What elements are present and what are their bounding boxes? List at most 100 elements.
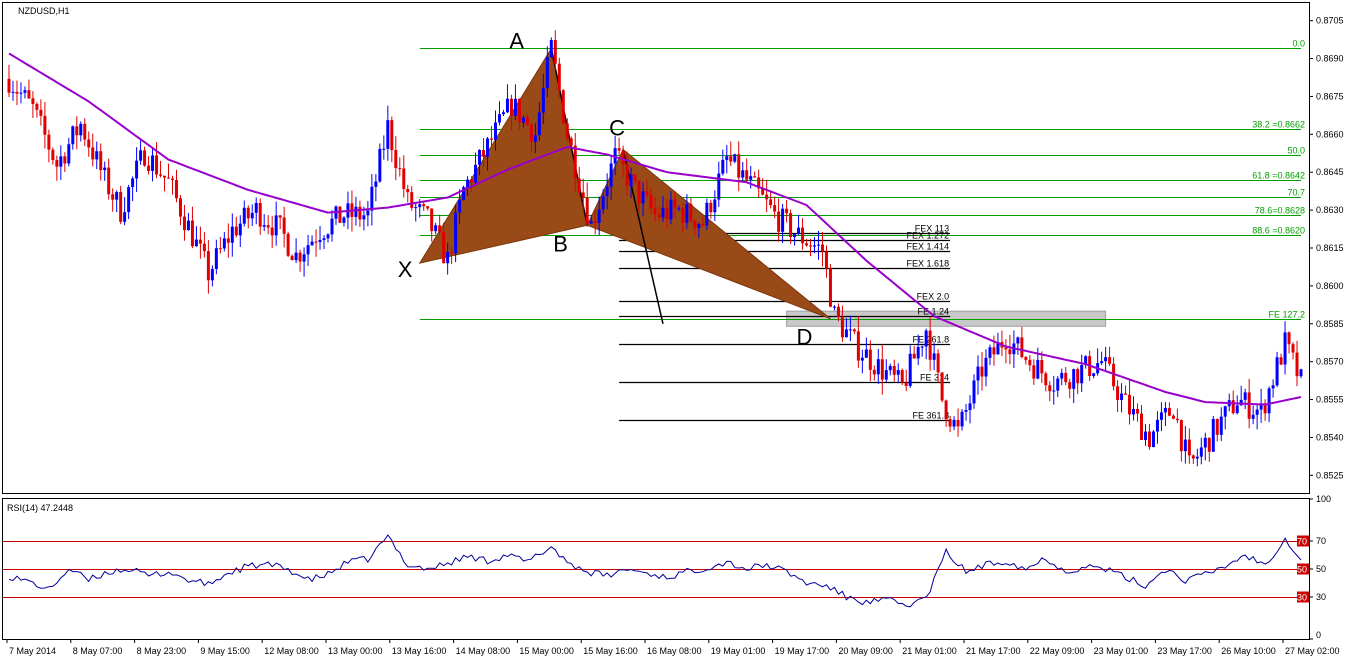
candle-body (876, 359, 880, 375)
candle-body (1020, 337, 1024, 358)
time-tick-label: 12 May 08:00 (264, 646, 319, 656)
candle-body (1167, 407, 1171, 416)
time-tick-label: 8 May 07:00 (73, 646, 123, 656)
candle-body (1128, 394, 1132, 415)
candle-body (1032, 365, 1036, 379)
time-tick-label: 8 May 23:00 (137, 646, 187, 656)
candle-body (880, 359, 884, 380)
candle-body (892, 366, 896, 375)
candle-body (123, 212, 127, 222)
candle-body (302, 254, 306, 262)
candle-body (1143, 431, 1147, 440)
candle-body (322, 238, 326, 240)
candle-body (988, 347, 992, 358)
candle-body (71, 126, 75, 145)
candle-body (1299, 369, 1303, 377)
candle-body (83, 123, 87, 140)
candle-body (729, 156, 733, 162)
candle-body (713, 199, 717, 213)
candle-body (450, 251, 454, 254)
fib-level-label: 78.6=0.8628 (1255, 206, 1305, 216)
candle-body (238, 223, 242, 236)
candle-body (557, 63, 561, 91)
candle-body (1068, 382, 1072, 389)
candle-body (366, 210, 370, 216)
candle-body (717, 173, 721, 200)
candle-body (1247, 392, 1251, 419)
candle-body (593, 221, 597, 223)
price-tick-label: 0.8600 (1316, 281, 1344, 291)
candle-body (856, 331, 860, 361)
candle-body (832, 306, 836, 308)
extension-level-label: FEX 1.272 (907, 231, 950, 241)
candle-body (505, 98, 509, 113)
time-tick-label: 20 May 09:00 (838, 646, 893, 656)
candle-body (119, 192, 123, 222)
candle-body (549, 40, 553, 58)
candle-body (1203, 437, 1207, 448)
candle-body (661, 207, 665, 218)
candle-body (725, 156, 729, 160)
price-axis: 0.8705 0.8690 0.8675 0.8660 0.8645 0.8630 0.86… (1309, 16, 1344, 480)
time-tick-label: 22 May 09:00 (1030, 646, 1085, 656)
candle-body (1060, 372, 1064, 379)
candle-body (430, 208, 434, 232)
candle-body (159, 174, 163, 176)
candle-body (1223, 406, 1227, 417)
candle-body (864, 349, 868, 358)
candle-body (294, 252, 298, 261)
candle-body (669, 199, 673, 220)
candle-body (15, 91, 19, 94)
candle-body (354, 206, 358, 217)
candle-body (1159, 412, 1163, 420)
candle-body (605, 186, 609, 197)
candle-body (797, 227, 801, 234)
candle-body (206, 251, 210, 281)
candle-body (641, 191, 645, 204)
time-tick-label: 21 May 17:00 (966, 646, 1021, 656)
fib-level-label: 50.0 (1287, 146, 1305, 156)
candle-body (860, 357, 864, 361)
candle-body (390, 120, 394, 151)
candle-body (174, 180, 178, 199)
candle-body (1116, 386, 1120, 401)
rsi-tick-label: 70 (1316, 536, 1326, 546)
candle-body (1024, 357, 1028, 360)
candle-body (753, 176, 757, 178)
candle-body (789, 213, 793, 238)
candle-body (888, 366, 892, 371)
candle-body (1191, 455, 1195, 459)
pattern-point-a: A (509, 28, 524, 53)
rsi-level-marker-label: 70 (1297, 537, 1307, 547)
candle-body (147, 165, 151, 171)
candle-body (777, 211, 781, 232)
price-tick-label: 0.8585 (1316, 319, 1344, 329)
candle-body (1036, 360, 1040, 379)
extension-level-label: FEX 1.414 (907, 242, 950, 252)
candle-body (793, 233, 797, 238)
candle-body (992, 347, 996, 355)
candle-body (1092, 373, 1096, 377)
candle-body (1056, 378, 1060, 391)
candle-body (47, 134, 51, 150)
candle-body (884, 370, 888, 380)
candle-body (442, 232, 446, 264)
candle-body (561, 90, 565, 124)
candle-body (737, 154, 741, 178)
candle-body (182, 216, 186, 231)
candle-body (458, 199, 462, 213)
candle-body (1132, 408, 1136, 415)
candle-body (454, 212, 458, 254)
candle-body (501, 112, 505, 115)
candle-body (474, 164, 478, 183)
candle-body (394, 150, 398, 169)
candle-body (1052, 390, 1056, 392)
candle-body (1048, 385, 1052, 392)
candle-body (63, 156, 67, 164)
candle-body (621, 150, 625, 165)
rsi-tick-label: 50 (1316, 564, 1326, 574)
candle-body (314, 241, 318, 243)
candle-body (290, 255, 294, 261)
candle-body (765, 194, 769, 200)
candle-body (569, 138, 573, 146)
